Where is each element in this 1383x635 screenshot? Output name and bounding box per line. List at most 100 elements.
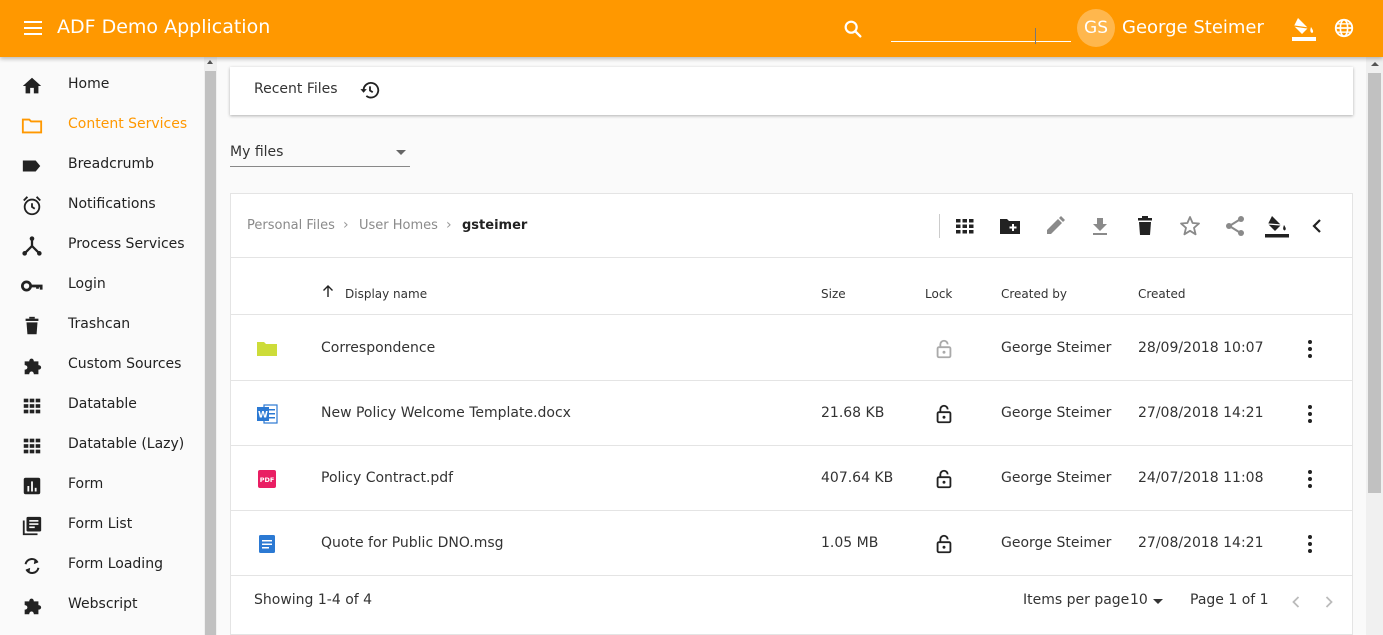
table-row[interactable]: Correspondence George Steimer 28/09/2018… xyxy=(231,316,1352,381)
sidebar-item-datatable-lazy[interactable]: Datatable (Lazy) xyxy=(0,425,204,465)
sidebar-item-label: Datatable (Lazy) xyxy=(68,436,185,452)
breadcrumb-item-user-homes[interactable]: User Homes xyxy=(359,218,438,233)
menu-icon[interactable] xyxy=(24,18,46,38)
column-header-lock[interactable]: Lock xyxy=(925,287,952,301)
created-date: 27/08/2018 14:21 xyxy=(1138,535,1264,551)
created-by: George Steimer xyxy=(1001,535,1112,551)
created-date: 24/07/2018 11:08 xyxy=(1138,470,1264,486)
column-header-name[interactable]: Display name xyxy=(345,287,427,301)
alarm-icon xyxy=(23,196,41,216)
create-folder-icon[interactable] xyxy=(998,214,1022,238)
sync-icon xyxy=(24,558,40,574)
items-per-page-select[interactable]: 10 xyxy=(1130,592,1148,608)
process-icon xyxy=(22,236,42,256)
chevron-left-icon[interactable] xyxy=(1305,214,1329,238)
table-row[interactable]: PDF Policy Contract.pdf 407.64 KB George… xyxy=(231,446,1352,511)
more-vert-icon[interactable] xyxy=(1302,468,1318,490)
main-content: Recent Files My files Personal Files › U… xyxy=(217,57,1366,635)
file-name[interactable]: Policy Contract.pdf xyxy=(321,470,453,486)
sidebar-item-webscript[interactable]: Webscript xyxy=(0,585,204,625)
file-size: 1.05 MB xyxy=(821,535,879,551)
site-select[interactable]: My files xyxy=(230,141,410,167)
sidebar-scrollbar[interactable] xyxy=(204,57,217,635)
sidebar-item-process-services[interactable]: Process Services xyxy=(0,225,204,265)
created-date: 28/09/2018 10:07 xyxy=(1138,340,1264,356)
more-vert-icon[interactable] xyxy=(1302,338,1318,360)
site-select-value: My files xyxy=(230,144,284,160)
word-doc-icon: W xyxy=(257,404,278,424)
grid-view-icon[interactable] xyxy=(953,214,977,238)
pagination: Showing 1-4 of 4 Items per page 10 Page … xyxy=(231,578,1352,634)
sidebar-item-label: Form xyxy=(68,476,104,492)
sidebar-item-label: Process Services xyxy=(68,236,185,252)
column-header-created-by[interactable]: Created by xyxy=(1001,287,1067,301)
recent-files-bar[interactable]: Recent Files xyxy=(230,67,1353,115)
sidebar-item-label: Trashcan xyxy=(68,316,131,332)
sidebar-item-notifications[interactable]: Notifications xyxy=(0,185,204,225)
paint-bucket-icon[interactable] xyxy=(1291,15,1317,43)
user-name[interactable]: George Steimer xyxy=(1122,17,1264,38)
breadcrumb-current: gsteimer xyxy=(462,218,528,233)
grid-icon xyxy=(23,398,41,414)
column-header-created[interactable]: Created xyxy=(1138,287,1186,301)
file-name[interactable]: Quote for Public DNO.msg xyxy=(321,535,504,551)
created-by: George Steimer xyxy=(1001,405,1112,421)
sidebar-item-label: Custom Sources xyxy=(68,356,182,372)
dropdown-arrow-icon[interactable] xyxy=(1153,599,1163,604)
file-size: 21.68 KB xyxy=(821,405,885,421)
download-icon[interactable] xyxy=(1088,214,1112,238)
svg-text:PDF: PDF xyxy=(260,476,275,484)
table-row[interactable]: W New Policy Welcome Template.docx 21.68… xyxy=(231,381,1352,446)
sidebar-item-form[interactable]: Form xyxy=(0,465,204,505)
pdf-icon: PDF xyxy=(258,470,276,488)
search-icon[interactable] xyxy=(842,18,864,40)
folder-icon xyxy=(21,118,43,134)
dropdown-arrow-icon xyxy=(396,150,406,155)
file-name[interactable]: Correspondence xyxy=(321,340,435,356)
sidebar-item-breadcrumb[interactable]: Breadcrumb xyxy=(0,145,204,185)
puzzle-icon xyxy=(24,358,42,375)
more-vert-icon[interactable] xyxy=(1302,403,1318,425)
lock-open-icon[interactable] xyxy=(933,403,955,425)
svg-text:W: W xyxy=(258,411,268,421)
created-date: 27/08/2018 14:21 xyxy=(1138,405,1264,421)
share-icon[interactable] xyxy=(1223,214,1247,238)
sidebar-item-label: Form Loading xyxy=(68,556,163,572)
sidebar-item-form-list[interactable]: Form List xyxy=(0,505,204,545)
column-header-size[interactable]: Size xyxy=(821,287,846,301)
sidebar-item-form-loading[interactable]: Form Loading xyxy=(0,545,204,585)
lock-open-icon[interactable] xyxy=(933,338,955,360)
globe-icon[interactable] xyxy=(1333,17,1355,39)
toolbar-divider xyxy=(939,214,940,238)
breadcrumb-item-personal-files[interactable]: Personal Files xyxy=(247,218,335,233)
sidebar-item-custom-sources[interactable]: Custom Sources xyxy=(0,345,204,385)
next-page-icon[interactable] xyxy=(1319,592,1339,612)
paint-bucket-icon[interactable] xyxy=(1265,214,1289,238)
label-icon xyxy=(22,160,41,172)
table-row[interactable]: Quote for Public DNO.msg 1.05 MB George … xyxy=(231,511,1352,576)
file-size: 407.64 KB xyxy=(821,470,894,486)
sidebar-item-label: Login xyxy=(68,276,106,292)
lock-open-icon[interactable] xyxy=(933,533,955,555)
sidebar-item-trashcan[interactable]: Trashcan xyxy=(0,305,204,345)
sidebar-item-home[interactable]: Home xyxy=(0,65,204,105)
search-input[interactable] xyxy=(891,22,1071,40)
arrow-up-icon[interactable] xyxy=(321,284,335,298)
delete-icon[interactable] xyxy=(1133,214,1157,238)
sidebar-item-datatable[interactable]: Datatable xyxy=(0,385,204,425)
edit-icon[interactable] xyxy=(1043,214,1067,238)
list-icon xyxy=(22,516,42,536)
document-toolbar: Personal Files › User Homes › gsteimer xyxy=(231,194,1352,258)
star-icon[interactable] xyxy=(1178,214,1202,238)
puzzle-icon xyxy=(24,598,42,615)
history-icon xyxy=(360,81,380,99)
more-vert-icon[interactable] xyxy=(1302,533,1318,555)
sidebar-item-content-services[interactable]: Content Services xyxy=(0,105,204,145)
avatar[interactable]: GS xyxy=(1077,9,1115,47)
sidebar-item-login[interactable]: Login xyxy=(0,265,204,305)
sidebar: Home Content Services Breadcrumb Notific… xyxy=(0,57,204,635)
main-scrollbar[interactable] xyxy=(1366,57,1383,635)
previous-page-icon[interactable] xyxy=(1286,592,1306,612)
file-name[interactable]: New Policy Welcome Template.docx xyxy=(321,405,571,421)
lock-open-icon[interactable] xyxy=(933,468,955,490)
